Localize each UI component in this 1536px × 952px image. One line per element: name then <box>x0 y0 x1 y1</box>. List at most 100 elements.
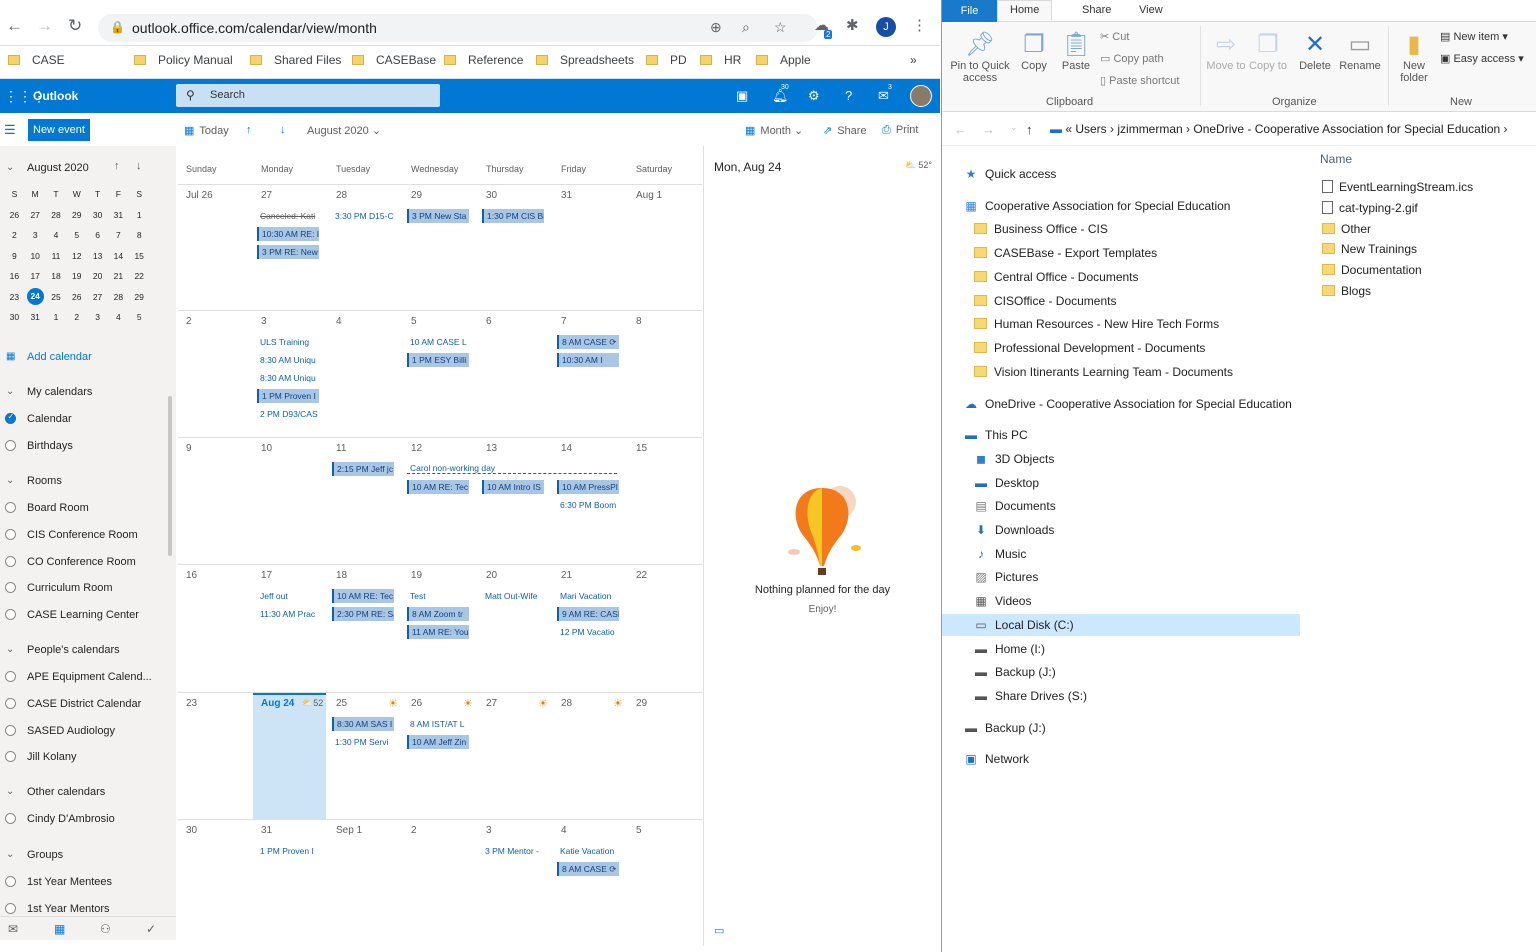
day-number[interactable]: 20 <box>486 570 497 581</box>
calendar-event[interactable]: 2:15 PM Jeff jc <box>332 462 394 476</box>
day-number[interactable]: 28 <box>336 190 347 201</box>
sidebar-scrollbar[interactable] <box>168 396 172 556</box>
mini-day[interactable]: 3 <box>25 230 46 240</box>
bookmarks-overflow-icon[interactable]: » <box>910 53 917 67</box>
breadcrumb-onedrive[interactable]: OneDrive - Cooperative Association for S… <box>1193 122 1500 136</box>
puzzle-icon[interactable]: ✱ <box>846 16 859 34</box>
nav-item[interactable]: ▬ This PC <box>942 424 1028 446</box>
month-picker[interactable]: August 2020 ⌄ <box>307 124 381 137</box>
rename-button[interactable]: ▭ Rename <box>1338 30 1382 72</box>
collapse-chevron-icon[interactable]: ⌄ <box>6 162 14 173</box>
file-item[interactable]: cat-typing-2.gif <box>1322 200 1418 215</box>
mini-day[interactable]: 8 <box>129 230 150 240</box>
mini-day[interactable]: 7 <box>108 230 129 240</box>
day-number[interactable]: 12 <box>411 443 422 454</box>
previous-arrow-icon[interactable]: ↑ <box>246 124 252 136</box>
new-event-button[interactable]: New event <box>28 119 90 141</box>
mini-day[interactable]: 14 <box>108 251 129 261</box>
menu-dots-icon[interactable]: ⋮ <box>912 16 927 34</box>
column-header-name[interactable]: Name <box>1320 152 1352 166</box>
calendar-event[interactable]: 2:30 PM RE: Sa <box>332 607 394 621</box>
calendar-event[interactable]: 1 PM ESY Billi <box>407 353 469 367</box>
hamburger-icon[interactable]: ☰ <box>4 122 16 138</box>
mini-day[interactable]: 9 <box>4 251 25 261</box>
day-number[interactable]: 10 <box>261 443 272 454</box>
calendar-event[interactable]: 1:30 PM CIS Bi <box>482 209 544 223</box>
nav-item[interactable]: ▤ Documents <box>962 495 1055 517</box>
nav-item[interactable]: ▨ Pictures <box>962 566 1038 588</box>
day-number[interactable]: 3 <box>486 825 492 836</box>
calendar-event[interactable]: Mari Vacation <box>557 589 619 603</box>
search-box[interactable]: ⚲ Search <box>176 84 440 107</box>
pin-quick-access-button[interactable]: 📌︎ Pin to Quick access <box>948 30 1012 84</box>
bookmark-2[interactable]: Shared Files <box>250 53 341 67</box>
nav-item[interactable]: ▦ Cooperative Association for Special Edu… <box>942 195 1230 217</box>
mini-day[interactable]: 24 <box>26 288 44 306</box>
mini-day[interactable]: 27 <box>25 210 46 220</box>
ribbon-tab-share[interactable]: Share <box>1082 4 1111 16</box>
bookmark-3[interactable]: CASEBase <box>352 53 436 67</box>
mini-day[interactable]: 5 <box>66 230 87 240</box>
calendar-event[interactable]: 8 AM IST/AT L <box>407 717 469 731</box>
day-number[interactable]: 26 <box>411 698 422 709</box>
day-number[interactable]: 4 <box>561 825 567 836</box>
mini-day[interactable]: 31 <box>108 210 129 220</box>
calendar-toggle-icon[interactable] <box>5 876 16 887</box>
reload-icon[interactable]: ↻ <box>68 16 82 36</box>
calendar-module-icon[interactable]: ▦ <box>54 922 65 936</box>
calendar-event[interactable]: 11:30 AM Prac <box>257 607 319 621</box>
calendar-event[interactable]: 12 PM Vacatio <box>557 625 619 639</box>
mini-day[interactable]: 22 <box>129 271 150 281</box>
day-number[interactable]: 8 <box>636 316 642 327</box>
ribbon-tab-home[interactable]: Home <box>997 0 1053 20</box>
calendar-toggle-icon[interactable] <box>5 751 16 763</box>
calendar-toggle-icon[interactable] <box>5 412 16 424</box>
forward-icon[interactable]: → <box>982 122 995 137</box>
recent-chevron-icon[interactable]: ⌄ <box>1010 122 1018 133</box>
mini-day[interactable]: 31 <box>25 312 46 322</box>
calendar-toggle-icon[interactable] <box>5 609 16 621</box>
calendar-event[interactable]: Katie Vacation <box>557 844 619 858</box>
calendar-toggle-icon[interactable] <box>5 528 16 540</box>
bookmark-1[interactable]: Policy Manual <box>134 53 233 67</box>
day-number[interactable]: 5 <box>636 825 642 836</box>
day-number[interactable]: 5 <box>411 316 417 327</box>
file-item[interactable]: Blogs <box>1322 284 1371 298</box>
mini-day[interactable]: 2 <box>4 230 25 240</box>
share-button[interactable]: ⇗ Share <box>823 124 867 137</box>
calendar-toggle-icon[interactable] <box>5 555 16 567</box>
day-number[interactable]: 3 <box>261 316 267 327</box>
today-cell[interactable] <box>253 694 326 820</box>
mini-day[interactable]: 2 <box>66 312 87 322</box>
ribbon-tab-file[interactable]: File <box>942 0 997 22</box>
day-number[interactable]: 25 <box>336 698 347 709</box>
calendar-event[interactable]: 3:30 PM D15-C <box>332 209 394 223</box>
nav-item[interactable]: ☁ OneDrive - Cooperative Association for … <box>942 393 1292 415</box>
profile-avatar[interactable]: J <box>876 17 896 37</box>
mini-prev-icon[interactable]: ↑ <box>114 160 120 172</box>
agenda-collapse-icon[interactable]: ▭ <box>714 924 724 937</box>
copy-path-button[interactable]: ▭ Copy path <box>1100 52 1164 65</box>
day-number[interactable]: 30 <box>486 190 497 201</box>
calendar-event[interactable]: 10 AM Jeff Zin <box>407 735 469 749</box>
user-avatar[interactable] <box>910 85 932 107</box>
calendar-event[interactable]: 8:30 AM SAS I <box>332 717 394 731</box>
day-number[interactable]: 7 <box>561 316 567 327</box>
meet-now-icon[interactable]: ▣ <box>736 88 748 104</box>
calendar-event[interactable]: 10 AM RE: Tec <box>332 589 394 603</box>
day-number[interactable]: 29 <box>411 190 422 201</box>
ribbon-tab-view[interactable]: View <box>1139 4 1163 16</box>
day-number[interactable]: 30 <box>186 825 197 836</box>
nav-item[interactable]: ★ Quick access <box>942 163 1057 185</box>
calendar-toggle-icon[interactable] <box>5 440 16 451</box>
day-number[interactable]: 16 <box>186 570 197 581</box>
breadcrumb-users[interactable]: Users <box>1075 122 1106 136</box>
file-item[interactable]: EventLearningStream.ics <box>1322 180 1473 194</box>
mini-day[interactable]: 3 <box>87 312 108 322</box>
nav-item[interactable]: Human Resources - New Hire Tech Forms <box>962 313 1219 335</box>
move-to-button[interactable]: ⇨ Move to <box>1206 30 1246 72</box>
mini-day[interactable]: 27 <box>87 292 108 302</box>
back-icon[interactable]: ← <box>6 16 23 36</box>
calendar-toggle-icon[interactable] <box>5 724 16 736</box>
calendar-event[interactable]: 11 AM RE: You <box>407 625 469 639</box>
